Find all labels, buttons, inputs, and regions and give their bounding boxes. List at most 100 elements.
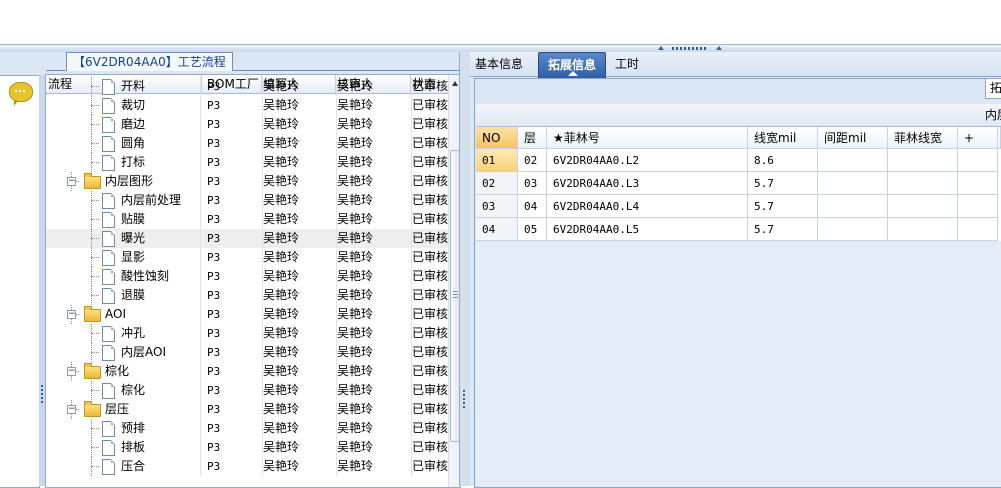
bom-cell[interactable]: P3 [201,248,263,267]
film-row[interactable]: 01 02 6V2DR04AA0.L2 8.6 [476,149,1001,172]
tree-row[interactable]: 磨边 P3 吴艳玲 吴艳玲 已审核 [46,115,455,134]
tree-node[interactable]: 压合 [46,457,201,476]
extra-cell[interactable] [958,218,998,241]
film-row[interactable]: 04 05 6V2DR04AA0.L5 5.7 [476,218,1001,241]
tree-row[interactable]: − AOI P3 吴艳玲 吴艳玲 已审核 [46,305,455,324]
editor-cell[interactable]: 吴艳玲 [257,229,337,248]
collapse-toggle-icon[interactable]: − [67,405,76,414]
scroll-up-arrow-icon[interactable] [452,81,458,86]
editor-cell[interactable]: 吴艳玲 [257,115,337,134]
tree-node[interactable]: 酸性蚀刻 [46,267,201,286]
editor-cell[interactable]: 吴艳玲 [257,191,337,210]
editor-cell[interactable]: 吴艳玲 [257,343,337,362]
tree-row[interactable]: 排板 P3 吴艳玲 吴艳玲 已审核 [46,438,455,457]
chat-bubble-icon[interactable] [9,82,33,106]
reviewer-cell[interactable]: 吴艳玲 [331,305,412,324]
reviewer-cell[interactable]: 吴艳玲 [331,438,412,457]
editor-cell[interactable]: 吴艳玲 [257,305,337,324]
tree-row[interactable]: 打标 P3 吴艳玲 吴艳玲 已审核 [46,153,455,172]
film-no-cell[interactable]: 6V2DR04AA0.L5 [547,218,748,241]
reviewer-cell[interactable]: 吴艳玲 [331,115,412,134]
tree-node[interactable]: 排板 [46,438,201,457]
editor-cell[interactable]: 吴艳玲 [257,77,337,96]
tree-row[interactable]: 内层AOI P3 吴艳玲 吴艳玲 已审核 [46,343,455,362]
tree-row[interactable]: 显影 P3 吴艳玲 吴艳玲 已审核 [46,248,455,267]
bom-cell[interactable]: P3 [201,134,263,153]
collapse-toggle-icon[interactable]: − [67,177,76,186]
reviewer-cell[interactable]: 吴艳玲 [331,229,412,248]
editor-cell[interactable]: 吴艳玲 [257,419,337,438]
reviewer-cell[interactable]: 吴艳玲 [331,134,412,153]
layer-cell[interactable]: 02 [518,149,547,172]
tree-row[interactable]: − 内层图形 P3 吴艳玲 吴艳玲 已审核 [46,172,455,191]
bom-cell[interactable]: P3 [201,381,263,400]
editor-cell[interactable]: 吴艳玲 [257,286,337,305]
editor-cell[interactable]: 吴艳玲 [257,96,337,115]
bom-cell[interactable]: P3 [201,419,263,438]
spacing-cell[interactable] [818,149,888,172]
bom-cell[interactable]: P3 [201,191,263,210]
bom-cell[interactable]: P3 [201,267,263,286]
tab-work-hours[interactable]: 工时 [610,52,644,76]
line-width-cell[interactable]: 5.7 [748,195,818,218]
film-width-cell[interactable] [888,218,958,241]
editor-cell[interactable]: 吴艳玲 [257,172,337,191]
layer-cell[interactable]: 03 [518,172,547,195]
extra-cell[interactable] [958,195,998,218]
bom-cell[interactable]: P3 [201,153,263,172]
bom-cell[interactable]: P3 [201,324,263,343]
tree-node[interactable]: 棕化 [46,381,201,400]
tree-node[interactable]: − 层压 [46,400,201,419]
tree-row[interactable]: 冲孔 P3 吴艳玲 吴艳玲 已审核 [46,324,455,343]
row-number-cell[interactable]: 03 [476,195,518,218]
tree-row[interactable]: 曝光 P3 吴艳玲 吴艳玲 已审核 [46,229,455,248]
film-grid[interactable]: NO 层 ★菲林号 线宽mil 间距mil 菲林线宽 + 01 02 6V2DR04… [476,127,1001,486]
editor-cell[interactable]: 吴艳玲 [257,210,337,229]
column-header-spacing[interactable]: 间距mil [818,127,888,149]
tree-row[interactable]: 退膜 P3 吴艳玲 吴艳玲 已审核 [46,286,455,305]
reviewer-cell[interactable]: 吴艳玲 [331,381,412,400]
row-number-cell[interactable]: 04 [476,218,518,241]
tree-node[interactable]: 内层AOI [46,343,201,362]
column-header-film-no[interactable]: ★菲林号 [547,127,748,149]
bom-cell[interactable]: P3 [201,77,263,96]
reviewer-cell[interactable]: 吴艳玲 [331,77,412,96]
tree-node[interactable]: − AOI [46,305,201,324]
spacing-cell[interactable] [818,218,888,241]
editor-cell[interactable]: 吴艳玲 [257,438,337,457]
tree-node[interactable]: 开料 [46,77,201,96]
tree-row[interactable]: 压合 P3 吴艳玲 吴艳玲 已审核 [46,457,455,476]
bom-cell[interactable]: P3 [201,229,263,248]
column-header-plus[interactable]: + [958,127,998,149]
layer-cell[interactable]: 05 [518,218,547,241]
film-row[interactable]: 02 03 6V2DR04AA0.L3 5.7 [476,172,1001,195]
tree-row[interactable]: 酸性蚀刻 P3 吴艳玲 吴艳玲 已审核 [46,267,455,286]
film-width-cell[interactable] [888,195,958,218]
extended-sub-tab[interactable]: 拓 [985,78,1001,99]
bom-cell[interactable]: P3 [201,172,263,191]
editor-cell[interactable]: 吴艳玲 [257,153,337,172]
reviewer-cell[interactable]: 吴艳玲 [331,286,412,305]
tree-node[interactable]: 退膜 [46,286,201,305]
tree-node[interactable]: 打标 [46,153,201,172]
bom-cell[interactable]: P3 [201,210,263,229]
tree-node[interactable]: 裁切 [46,96,201,115]
reviewer-cell[interactable]: 吴艳玲 [331,400,412,419]
collapse-up-icon[interactable] [658,46,664,50]
tree-row[interactable]: 棕化 P3 吴艳玲 吴艳玲 已审核 [46,381,455,400]
tree-node[interactable]: 内层前处理 [46,191,201,210]
tree-node[interactable]: 圆角 [46,134,201,153]
column-header-layer[interactable]: 层 [518,127,547,149]
film-width-cell[interactable] [888,149,958,172]
reviewer-cell[interactable]: 吴艳玲 [331,343,412,362]
reviewer-cell[interactable]: 吴艳玲 [331,324,412,343]
bom-cell[interactable]: P3 [201,362,263,381]
bom-cell[interactable]: P3 [201,457,263,476]
reviewer-cell[interactable]: 吴艳玲 [331,191,412,210]
tree-row[interactable]: 圆角 P3 吴艳玲 吴艳玲 已审核 [46,134,455,153]
editor-cell[interactable]: 吴艳玲 [257,400,337,419]
spacing-cell[interactable] [818,195,888,218]
tree-node[interactable]: − 内层图形 [46,172,201,191]
editor-cell[interactable]: 吴艳玲 [257,134,337,153]
extra-cell[interactable] [958,172,998,195]
